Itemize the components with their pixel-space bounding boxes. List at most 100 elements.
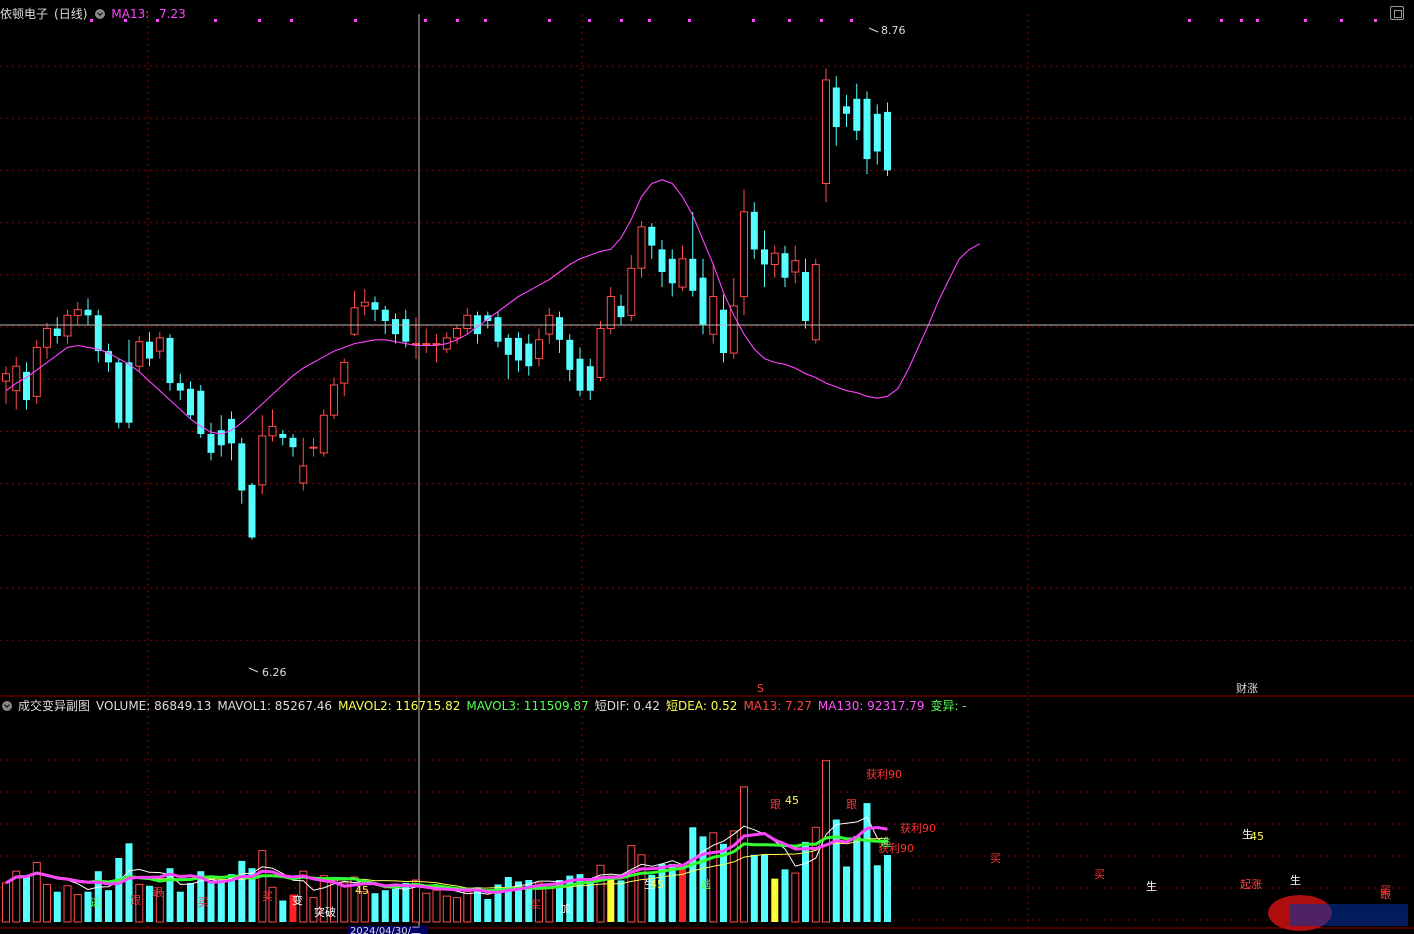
volume-bar: [750, 854, 758, 922]
candle-body: [699, 277, 707, 325]
volume-bar: [576, 874, 584, 922]
candle-body: [750, 211, 758, 250]
candle-body: [340, 361, 349, 384]
volume-bar: [627, 845, 636, 923]
indicator-5: 短DEA: 0.52: [666, 699, 738, 713]
candle-body: [453, 328, 461, 339]
candle-body: [617, 305, 625, 318]
window-restore-icon[interactable]: [1390, 6, 1404, 20]
stock-name: 依顿电子 (日线): [0, 7, 93, 21]
candle-body: [289, 437, 297, 448]
signal-dot: [1240, 19, 1243, 22]
max-price-label: 8.76: [881, 24, 906, 37]
candle-body: [689, 258, 697, 291]
signal-label: 45: [355, 884, 369, 897]
signal-label: 加: [560, 902, 571, 915]
candle-body: [319, 414, 328, 454]
volume-bar: [53, 891, 61, 922]
signal-dot: [354, 19, 357, 22]
signal-dot: [214, 19, 217, 22]
candle-body: [463, 314, 472, 329]
indicator-2: MAVOL2: 116715.82: [338, 699, 461, 713]
indicator-4: 短DIF: 0.42: [594, 699, 661, 713]
volume-bar: [442, 895, 451, 923]
volume-bar: [740, 786, 748, 923]
volume-bar: [545, 883, 554, 923]
volume-bar: [463, 891, 472, 923]
indicator-7: MA130: 92317.79: [817, 699, 925, 713]
volume-bar: [2, 882, 10, 923]
ma13-header: MA13: 7.23: [111, 7, 191, 21]
signal-label: 变: [292, 893, 303, 907]
volume-bar: [873, 865, 881, 922]
signal-label: 买: [990, 852, 1001, 865]
sub-panel-title: 成交变异副图: [18, 699, 91, 713]
candle-body: [637, 226, 646, 269]
volume-bar: [217, 880, 225, 922]
volume-bar: [73, 894, 82, 923]
volume-bar: [607, 875, 615, 922]
candle-body: [12, 365, 21, 392]
signal-label: 生: [1290, 873, 1301, 887]
signal-label: 买: [1380, 884, 1391, 897]
candle-body: [853, 98, 861, 131]
volume-bar: [371, 893, 379, 922]
volume-bar: [258, 850, 267, 923]
candle-body: [360, 301, 369, 307]
signal-dot: [752, 19, 755, 22]
signal-dot: [1256, 19, 1259, 22]
volume-bar: [23, 875, 30, 922]
candle-body: [187, 388, 194, 416]
candle-body: [668, 258, 676, 284]
signal-dot: [648, 19, 651, 22]
candle-body: [729, 305, 738, 354]
candle-body: [371, 302, 379, 310]
candle-body: [248, 484, 256, 538]
volume-bar: [781, 869, 789, 922]
signal-dot: [1340, 19, 1343, 22]
signal-dot: [424, 19, 427, 22]
s-tag: S: [757, 682, 764, 695]
candle-body: [279, 434, 287, 438]
candle-body: [432, 343, 441, 346]
volume-bar: [791, 872, 800, 923]
ma13-line: [5, 179, 981, 435]
candle-body: [678, 258, 687, 288]
signal-dot: [484, 19, 487, 22]
volume-bar: [832, 819, 840, 922]
volume-bar: [617, 880, 625, 922]
volume-bar: [32, 861, 41, 923]
volume-bar: [115, 858, 123, 922]
volume-bar: [187, 882, 194, 922]
stock-chart[interactable]: 获利90获利90获利9045454545突破跟跟跟 跟跟逃逃逃买 买买买买买加生 生生…: [0, 0, 1414, 934]
candle-body: [761, 249, 768, 265]
indicator-3: MAVOL3: 111509.87: [466, 699, 589, 713]
volume-bar: [771, 878, 779, 922]
ma13-header-label: MA13:: [111, 7, 150, 21]
volume-bar: [63, 885, 72, 923]
signal-label: 跟: [770, 798, 781, 811]
indicator-1: MAVOL1: 85267.46: [217, 699, 333, 713]
signal-label: 买: [530, 898, 541, 911]
volume-bar: [668, 863, 676, 922]
ma13-header-value: 7.23: [159, 7, 186, 21]
volume-bar: [586, 880, 594, 922]
stock-name-text: 依顿电子: [0, 7, 49, 21]
indicator-8: 变异: -: [930, 699, 967, 713]
candle-body: [309, 446, 318, 449]
candle-body: [146, 341, 153, 359]
signal-dot: [820, 19, 823, 22]
dropdown-icon[interactable]: [95, 8, 106, 19]
candle-body: [484, 315, 492, 321]
candle-body: [791, 260, 800, 273]
candle-body: [525, 343, 533, 367]
candle-body: [258, 435, 267, 486]
signal-dot: [456, 19, 459, 22]
signal-label: 逃: [880, 836, 891, 849]
volume-bar: [43, 883, 51, 923]
indicator-6: MA13: 7.27: [743, 699, 812, 713]
signal-label: 获利90: [866, 768, 902, 781]
sub-dropdown-icon[interactable]: [2, 700, 12, 711]
candle-body: [350, 307, 359, 335]
volume-bar: [689, 827, 697, 922]
